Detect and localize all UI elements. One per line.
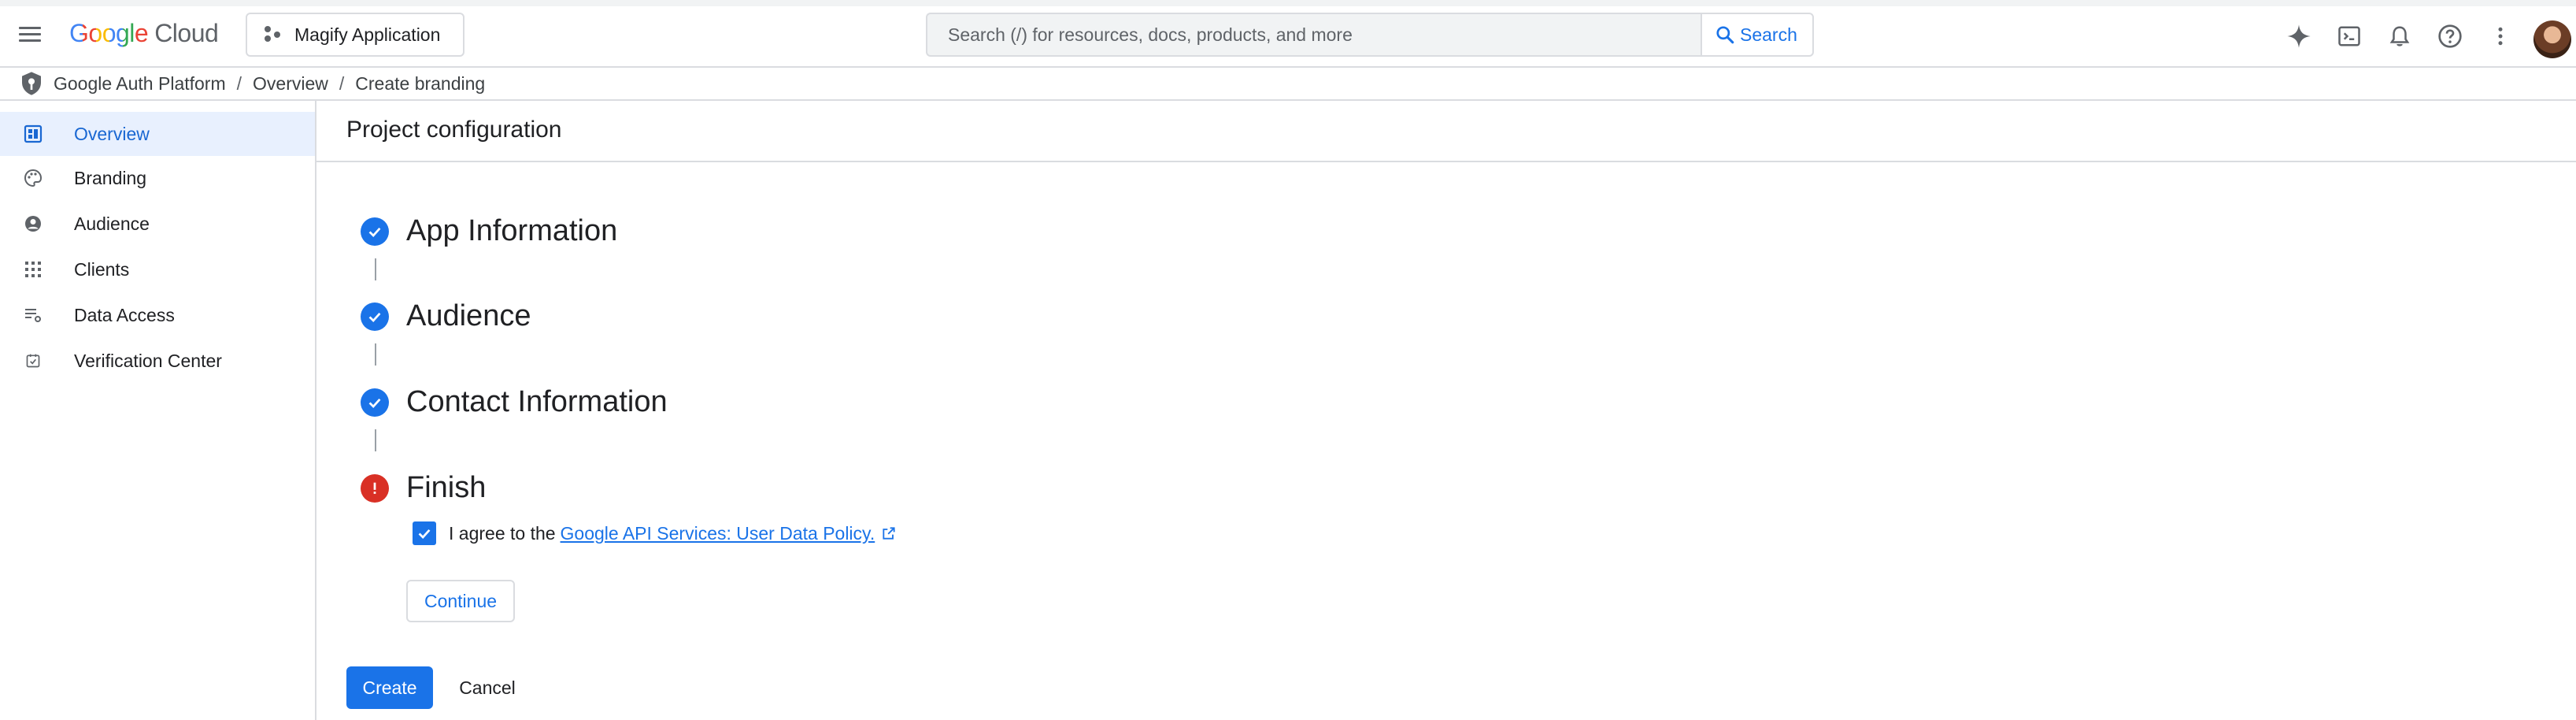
sidebar-item-verification-center[interactable]: Verification Center bbox=[0, 339, 315, 383]
breadcrumb-item-auth-platform[interactable]: Google Auth Platform bbox=[54, 73, 226, 95]
page-title: Project configuration bbox=[346, 117, 562, 143]
account-circle-icon bbox=[24, 214, 43, 233]
logo-google: Google bbox=[69, 19, 149, 47]
gemini-icon[interactable] bbox=[2285, 22, 2313, 50]
continue-button[interactable]: Continue bbox=[406, 580, 515, 622]
search-button[interactable]: Search bbox=[1701, 13, 1814, 57]
search-input[interactable]: Search (/) for resources, docs, products… bbox=[926, 13, 1701, 57]
page-header: Project configuration bbox=[316, 101, 2576, 162]
logo-cloud: Cloud bbox=[154, 19, 219, 47]
search-icon bbox=[1716, 26, 1734, 44]
sidebar-item-label: Overview bbox=[74, 123, 150, 144]
step-app-information[interactable]: App Information bbox=[361, 214, 617, 248]
cloud-shell-icon[interactable] bbox=[2335, 22, 2363, 50]
project-icon bbox=[263, 24, 283, 45]
notifications-icon[interactable] bbox=[2385, 22, 2414, 50]
check-icon bbox=[361, 388, 389, 417]
agree-policy-row: I agree to the Google API Services: User… bbox=[413, 521, 897, 545]
palette-icon bbox=[24, 169, 43, 187]
step-label: Audience bbox=[406, 299, 531, 332]
sidebar-item-label: Audience bbox=[74, 213, 150, 234]
sidebar-item-data-access[interactable]: Data Access bbox=[0, 293, 315, 337]
project-picker-button[interactable]: Magify Application bbox=[246, 13, 464, 57]
dashboard-icon bbox=[24, 124, 43, 143]
agree-text: I agree to the bbox=[449, 522, 556, 544]
agree-checkbox[interactable] bbox=[413, 521, 436, 545]
project-name: Magify Application bbox=[294, 24, 441, 45]
step-label: Contact Information bbox=[406, 385, 668, 418]
sidebar-item-label: Verification Center bbox=[74, 350, 222, 371]
sidebar: Overview Branding Audience Clients Data … bbox=[0, 101, 316, 720]
sidebar-item-label: Data Access bbox=[74, 304, 175, 325]
breadcrumb-item-overview[interactable]: Overview bbox=[253, 73, 328, 95]
check-icon bbox=[361, 302, 389, 331]
step-label: App Information bbox=[406, 214, 618, 247]
step-connector bbox=[375, 258, 376, 280]
breadcrumb-item-create-branding: Create branding bbox=[355, 72, 486, 94]
step-contact-information[interactable]: Contact Information bbox=[361, 385, 668, 419]
sidebar-item-overview[interactable]: Overview bbox=[0, 112, 315, 156]
step-audience[interactable]: Audience bbox=[361, 299, 531, 333]
sidebar-item-label: Clients bbox=[74, 258, 130, 280]
shield-icon bbox=[22, 72, 41, 95]
check-icon bbox=[361, 217, 389, 246]
breadcrumb-separator: / bbox=[339, 72, 345, 94]
error-icon bbox=[361, 473, 389, 503]
sidebar-item-clients[interactable]: Clients bbox=[0, 247, 315, 291]
step-connector bbox=[375, 343, 376, 366]
step-connector bbox=[375, 429, 376, 451]
more-vert-icon[interactable] bbox=[2486, 22, 2515, 50]
sidebar-item-branding[interactable]: Branding bbox=[0, 156, 315, 200]
check-icon bbox=[418, 529, 431, 540]
user-data-policy-link[interactable]: Google API Services: User Data Policy. bbox=[561, 523, 875, 544]
breadcrumb-separator: / bbox=[236, 72, 242, 94]
help-icon[interactable] bbox=[2436, 22, 2464, 50]
search-button-label: Search bbox=[1740, 24, 1797, 45]
google-cloud-logo[interactable]: Google Cloud bbox=[69, 19, 219, 48]
sidebar-item-label: Branding bbox=[74, 167, 147, 188]
open-in-new-icon[interactable] bbox=[881, 525, 897, 541]
top-bar: Google Cloud Magify Application Search (/… bbox=[0, 0, 2576, 68]
sidebar-item-audience[interactable]: Audience bbox=[0, 202, 315, 246]
apps-grid-icon bbox=[24, 260, 43, 279]
step-label: Finish bbox=[406, 471, 487, 504]
verified-check-icon bbox=[24, 351, 43, 370]
step-finish[interactable]: Finish bbox=[361, 471, 486, 505]
cancel-button[interactable]: Cancel bbox=[446, 666, 529, 709]
breadcrumb: Google Auth Platform / Overview / Create… bbox=[0, 68, 2576, 101]
search-placeholder: Search (/) for resources, docs, products… bbox=[948, 24, 1353, 45]
create-button[interactable]: Create bbox=[346, 666, 433, 709]
main-menu-icon[interactable] bbox=[17, 22, 43, 47]
data-access-icon bbox=[24, 306, 43, 325]
avatar[interactable] bbox=[2533, 20, 2571, 58]
